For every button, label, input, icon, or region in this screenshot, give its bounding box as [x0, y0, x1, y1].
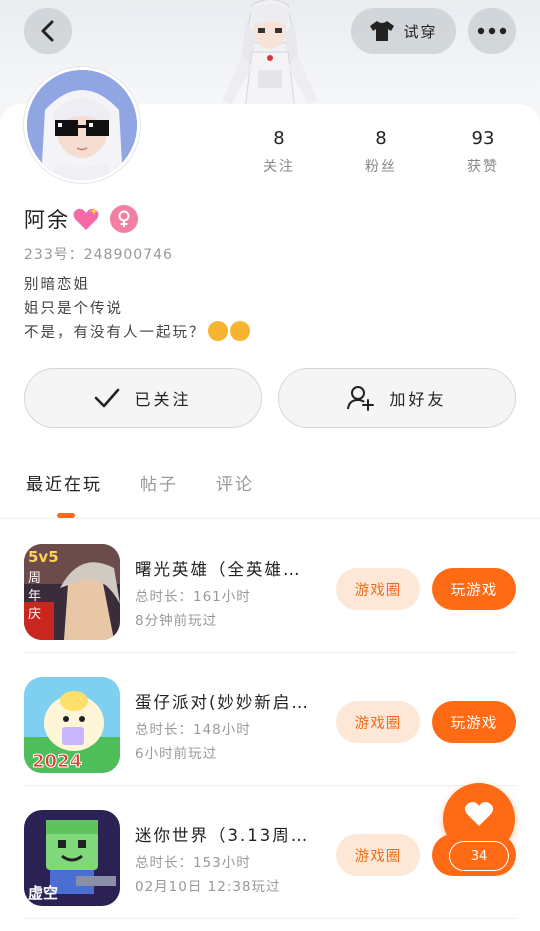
add-user-icon — [347, 386, 375, 411]
avatar-illustration — [27, 70, 137, 180]
game-total-time: 总时长：161小时 — [135, 589, 251, 605]
more-options-button[interactable] — [468, 8, 516, 54]
play-game-button[interactable]: 玩游戏 — [432, 701, 516, 743]
sparkle-heart-icon — [73, 207, 99, 230]
mini-world-game-icon[interactable]: 虚空 — [24, 810, 120, 906]
game-list-item[interactable]: 2024 蛋仔派对(妙妙新启… 总时长：148小时 6小时前玩过 游戏圈 玩游戏 — [24, 653, 516, 786]
add-friend-label: 加好友 — [389, 390, 447, 409]
upside-down-face-icon — [207, 321, 228, 341]
username: 阿余 — [24, 208, 70, 232]
user-bio: 别暗恋姐 姐只是个传说 不是，有没有人一起玩？ — [24, 273, 250, 345]
more-dots-icon — [477, 27, 507, 35]
tshirt-icon — [370, 21, 395, 41]
following-count: 8 — [273, 128, 285, 149]
upside-down-face-icon — [229, 321, 250, 341]
back-button[interactable] — [24, 8, 72, 54]
bio-line: 不是，有没有人一起玩？ — [24, 325, 206, 341]
game-circle-button[interactable]: 游戏圈 — [336, 701, 420, 743]
bio-line: 姐只是个传说 — [24, 301, 123, 317]
name-row: 阿余 — [24, 204, 138, 234]
tabs-divider — [0, 518, 540, 519]
tab-posts[interactable]: 帖子 — [140, 470, 178, 495]
followers-label: 粉丝 — [365, 159, 397, 175]
stat-likes[interactable]: 93 获赞 — [432, 128, 534, 176]
tab-comments[interactable]: 评论 — [216, 470, 254, 495]
game-circle-button[interactable]: 游戏圈 — [336, 568, 420, 610]
chevron-left-icon — [41, 20, 54, 42]
game-badge-anniversary-3: 庆 — [28, 607, 41, 622]
avatar-figure-illustration — [222, 0, 318, 118]
stat-followers[interactable]: 8 粉丝 — [330, 128, 432, 176]
add-friend-button[interactable]: 加好友 — [278, 368, 516, 428]
heart-icon — [464, 802, 494, 826]
game-badge-2024: 2024 — [32, 751, 82, 772]
female-gender-icon — [110, 205, 138, 233]
game-badge-5v5: 5v5 — [28, 548, 59, 566]
game-list-item[interactable]: 5v5 周 年 庆 曙光英雄（全英雄… 总时长：161小时 8分钟前玩过 游戏圈… — [24, 520, 516, 653]
game-last-played: 6小时前玩过 — [135, 746, 218, 762]
checkmark-icon — [95, 388, 120, 408]
profile-tabs: 最近在玩 帖子 评论 — [26, 470, 254, 495]
game-title[interactable]: 迷你世界（3.13周… — [135, 822, 309, 846]
try-on-button[interactable]: 试穿 — [351, 8, 456, 54]
game-circle-button[interactable]: 游戏圈 — [336, 834, 420, 876]
game-list-item[interactable]: 虚空 迷你世界（3.13周… 总时长：153小时 02月10日 12:38玩过 … — [24, 786, 516, 919]
game-last-played: 8分钟前玩过 — [135, 613, 218, 629]
dawn-heroes-game-icon[interactable]: 5v5 周 年 庆 — [24, 544, 120, 640]
try-on-label: 试穿 — [403, 22, 438, 41]
game-badge-anniversary-1: 周 — [28, 571, 41, 586]
game-title[interactable]: 曙光英雄（全英雄… — [135, 556, 302, 580]
like-count-badge: 34 — [449, 841, 509, 871]
play-game-button[interactable]: 玩游戏 — [432, 568, 516, 610]
list-divider — [24, 918, 516, 919]
followed-button[interactable]: 已关注 — [24, 368, 262, 428]
likes-count: 93 — [471, 128, 495, 149]
game-last-played: 02月10日 12:38玩过 — [135, 879, 281, 895]
following-label: 关注 — [263, 159, 295, 175]
stat-following[interactable]: 8 关注 — [228, 128, 330, 176]
game-title[interactable]: 蛋仔派对(妙妙新启… — [135, 689, 310, 713]
game-total-time: 总时长：148小时 — [135, 722, 251, 738]
followers-count: 8 — [375, 128, 387, 149]
bio-line-with-emoji: 不是，有没有人一起玩？ — [24, 321, 250, 345]
bio-line: 别暗恋姐 — [24, 277, 90, 293]
tab-recently-played[interactable]: 最近在玩 — [26, 470, 102, 495]
game-total-time: 总时长：153小时 — [135, 855, 251, 871]
user-id: 233号：248900746 — [24, 247, 173, 263]
followed-label: 已关注 — [134, 390, 192, 409]
game-badge-void: 虚空 — [28, 884, 58, 902]
game-badge-anniversary-2: 年 — [28, 589, 41, 604]
profile-stats: 8 关注 8 粉丝 93 获赞 — [228, 128, 540, 176]
eggy-party-game-icon[interactable]: 2024 — [24, 677, 120, 773]
likes-label: 获赞 — [467, 159, 499, 175]
avatar[interactable] — [24, 67, 140, 183]
